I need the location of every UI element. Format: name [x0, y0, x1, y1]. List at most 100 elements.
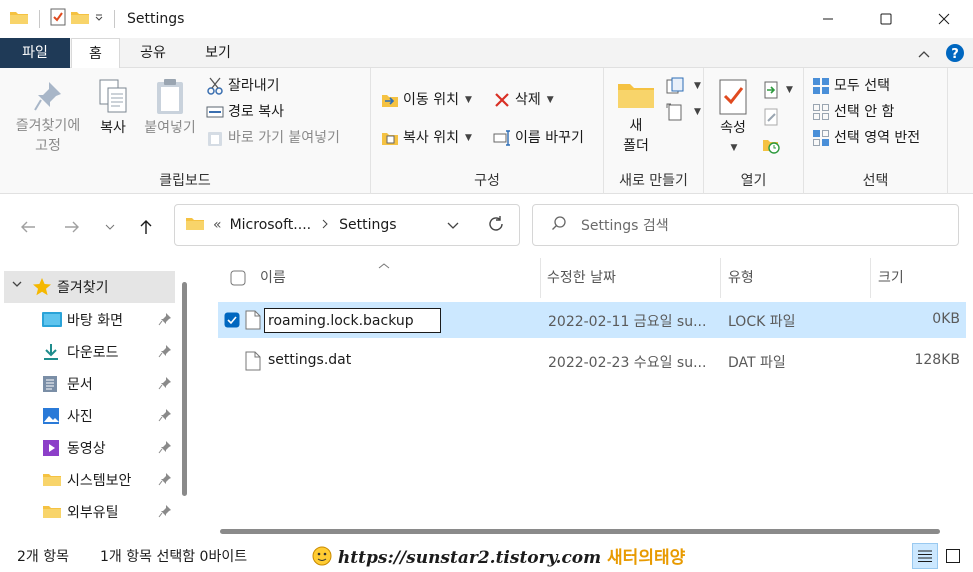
pin-icon[interactable] — [158, 440, 172, 458]
file-date: 2022-02-23 수요일 su... — [548, 355, 707, 371]
nav-item-quick-access[interactable]: 즐겨찾기 — [4, 271, 175, 303]
copy-label: 복사 — [100, 120, 126, 136]
rename-button[interactable]: 이름 바꾸기 — [493, 128, 584, 148]
pin-icon[interactable] — [158, 344, 172, 362]
paste-button[interactable]: 붙여넣기 — [140, 78, 200, 138]
copy-button[interactable]: 복사 — [92, 78, 134, 138]
nav-item-external-utils[interactable]: 외부유틸 — [0, 496, 176, 528]
toolbar-divider — [114, 10, 115, 28]
help-icon[interactable]: ? — [945, 43, 965, 67]
nav-item-videos[interactable]: 동영상 — [0, 432, 176, 464]
column-divider[interactable] — [720, 258, 721, 298]
navigation-pane-scrollbar[interactable] — [182, 282, 187, 496]
new-folder-button[interactable]: 새 폴더 — [614, 80, 658, 156]
table-row[interactable]: settings.dat 2022-02-23 수요일 su... DAT 파일… — [218, 343, 966, 379]
watermark: https://sunstar2.tistory.com 새터의태양 — [312, 543, 685, 571]
close-button[interactable] — [915, 0, 973, 38]
nav-item-system-security[interactable]: 시스템보안 — [0, 464, 176, 496]
back-button[interactable] — [16, 215, 40, 239]
copy-to-label: 복사 위치 — [403, 130, 459, 146]
copy-to-button[interactable]: 복사 위치 ▼ — [381, 128, 472, 148]
chevron-down-icon: ▼ — [730, 143, 738, 153]
tab-view[interactable]: 보기 — [186, 38, 250, 68]
pin-icon — [6, 80, 90, 116]
rename-input[interactable] — [264, 308, 441, 333]
nav-item-desktop[interactable]: 바탕 화면 — [0, 304, 176, 336]
move-to-button[interactable]: 이동 위치 ▼ — [381, 90, 472, 110]
pin-icon[interactable] — [158, 408, 172, 426]
forward-button[interactable] — [60, 215, 84, 239]
customize-toolbar-chevron-icon[interactable] — [94, 11, 104, 27]
rename-label: 이름 바꾸기 — [515, 130, 584, 146]
toolbar-divider — [39, 10, 40, 28]
column-header-size[interactable]: 크기 — [878, 258, 904, 298]
paste-label: 붙여넣기 — [144, 120, 196, 136]
collapse-ribbon-chevron-icon[interactable] — [917, 47, 931, 63]
sort-ascending-icon — [378, 258, 390, 274]
pin-to-quick-access-button[interactable]: 즐겨찾기에 고정 — [6, 80, 90, 156]
delete-label: 삭제 — [515, 92, 541, 108]
refresh-icon — [489, 216, 503, 231]
history-button[interactable] — [762, 136, 780, 154]
breadcrumb-separator-icon — [321, 217, 329, 233]
tab-home[interactable]: 홈 — [71, 38, 120, 69]
recent-locations-button[interactable] — [98, 215, 122, 239]
address-history-button[interactable] — [447, 218, 459, 234]
nav-item-pictures[interactable]: 사진 — [0, 400, 176, 432]
pin-icon[interactable] — [158, 472, 172, 490]
refresh-button[interactable] — [487, 215, 505, 237]
star-icon — [32, 277, 52, 301]
up-button[interactable] — [134, 215, 158, 239]
row-checkbox[interactable] — [224, 312, 240, 332]
paste-shortcut-label: 바로 가기 붙여넣기 — [228, 130, 340, 146]
table-row[interactable]: 2022-02-11 금요일 su... LOCK 파일 0KB — [218, 302, 966, 338]
maximize-button[interactable] — [857, 0, 915, 38]
pin-icon[interactable] — [158, 312, 172, 330]
file-icon — [245, 351, 261, 375]
pin-icon[interactable] — [158, 504, 172, 522]
column-header-type[interactable]: 유형 — [728, 258, 754, 298]
easy-access-button[interactable]: ▼ — [666, 102, 701, 122]
tab-file[interactable]: 파일 — [0, 38, 70, 68]
column-divider[interactable] — [870, 258, 871, 298]
folder-app-icon — [9, 9, 29, 29]
select-none-icon — [813, 104, 829, 120]
properties-button[interactable]: 속성 ▼ — [714, 78, 752, 158]
invert-selection-button[interactable]: 선택 영역 반전 — [812, 128, 920, 148]
delete-x-icon — [495, 93, 509, 107]
breadcrumb-settings[interactable]: Settings — [339, 217, 396, 233]
open-button[interactable]: ▼ — [762, 80, 793, 100]
nav-item-downloads[interactable]: 다운로드 — [0, 336, 176, 368]
select-all-button[interactable]: 모두 선택 — [812, 76, 890, 96]
file-list-horizontal-scrollbar[interactable] — [220, 529, 940, 534]
breadcrumb-overflow[interactable]: « — [213, 217, 222, 233]
search-box[interactable]: Settings 검색 — [532, 204, 959, 246]
copy-path-icon — [206, 106, 224, 118]
column-header-date[interactable]: 수정한 날짜 — [547, 258, 616, 298]
quick-access-toolbar — [0, 0, 121, 38]
details-view-button[interactable] — [912, 543, 938, 569]
properties-quick-icon[interactable] — [50, 8, 66, 30]
paste-shortcut-button[interactable]: 바로 가기 붙여넣기 — [206, 128, 340, 148]
chevron-down-icon[interactable] — [11, 278, 23, 294]
new-folder-label-line1: 새 — [629, 118, 643, 134]
pin-icon[interactable] — [158, 376, 172, 394]
large-icons-view-button[interactable] — [940, 543, 966, 569]
column-header-name[interactable]: 이름 — [260, 258, 286, 298]
arrow-up-icon — [140, 220, 152, 234]
cut-button[interactable]: 잘라내기 — [206, 76, 280, 96]
minimize-button[interactable] — [799, 0, 857, 38]
nav-item-documents[interactable]: 문서 — [0, 368, 176, 400]
column-divider[interactable] — [540, 258, 541, 298]
select-none-button[interactable]: 선택 안 함 — [812, 102, 894, 122]
folder-icon — [185, 215, 205, 235]
copy-path-button[interactable]: 경로 복사 — [206, 102, 284, 122]
delete-button[interactable]: 삭제 ▼ — [493, 90, 554, 110]
new-folder-quick-icon[interactable] — [70, 9, 90, 29]
edit-button[interactable] — [762, 108, 780, 126]
breadcrumb-microsoft[interactable]: Microsoft.... — [230, 217, 312, 233]
tab-share[interactable]: 공유 — [121, 38, 185, 68]
select-all-checkbox[interactable] — [230, 270, 246, 290]
new-item-button[interactable]: ▼ — [666, 76, 701, 96]
address-bar[interactable]: « Microsoft.... Settings — [174, 204, 520, 246]
